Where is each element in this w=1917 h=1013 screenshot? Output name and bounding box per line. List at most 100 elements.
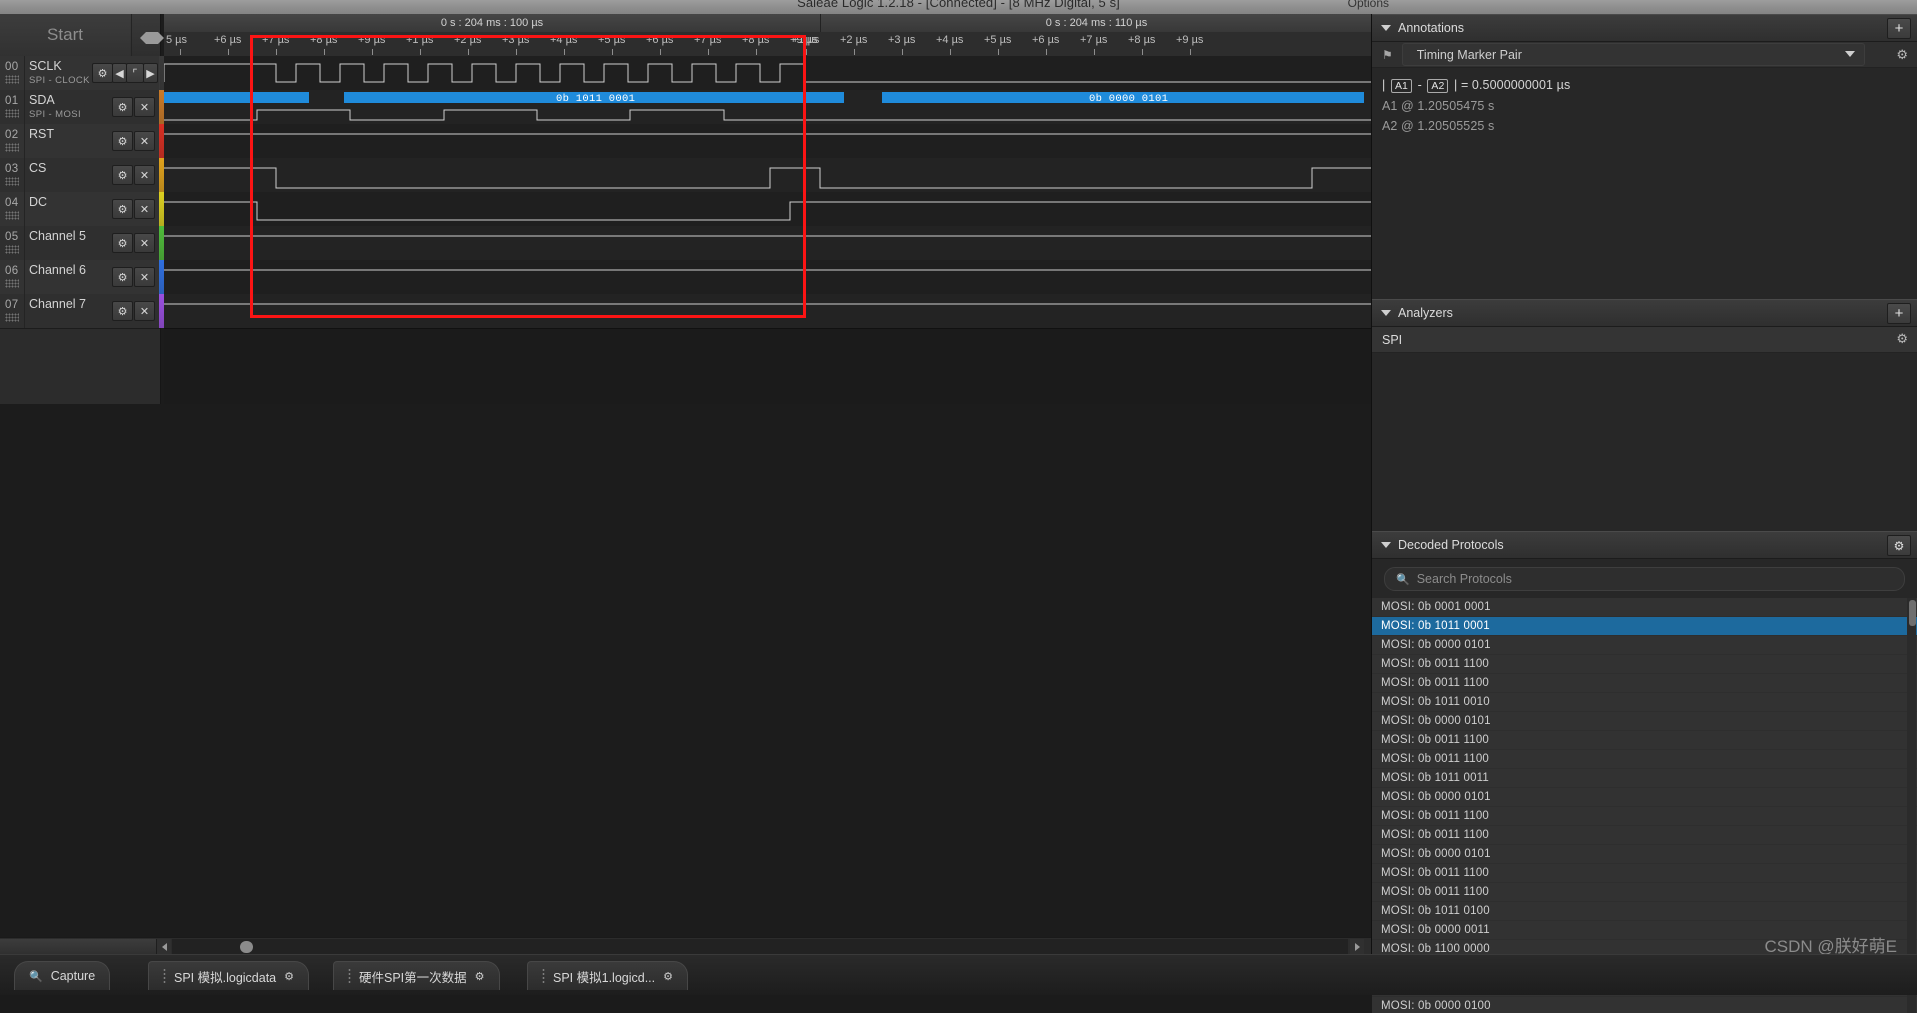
analyzers-header[interactable]: Analyzers + xyxy=(1372,299,1917,327)
speed-spinner[interactable] xyxy=(131,14,164,56)
tab-spi-moni-1-logicdata[interactable]: SPI 模拟1.logicd... ⚙ xyxy=(527,961,688,990)
protocol-row[interactable]: MOSI: 0b 0000 0100 xyxy=(1372,997,1917,1013)
collapse-caret-icon[interactable] xyxy=(1381,542,1391,548)
channel-remove-button[interactable]: ✕ xyxy=(134,301,155,321)
channel-row-sda[interactable]: 01 SDA SPI - MOSI ⚙ ✕ xyxy=(0,90,160,125)
channel-drag-dots-icon[interactable] xyxy=(5,143,19,152)
channel-drag-dots-icon[interactable] xyxy=(5,75,19,84)
channel-settings-gear-icon[interactable]: ⚙ xyxy=(112,131,133,151)
edge-trigger-icon[interactable]: ⌜ xyxy=(126,63,144,83)
channel-row-dc[interactable]: 04 DC ⚙ ✕ xyxy=(0,192,160,227)
decoded-settings-button[interactable]: ⚙ xyxy=(1887,535,1911,556)
waveform-area[interactable]: 0b 1011 0001 0b 0000 0101 xyxy=(164,56,1372,404)
start-button[interactable]: Start xyxy=(0,14,130,56)
wave-row-sda[interactable]: 0b 1011 0001 0b 0000 0101 xyxy=(164,90,1372,125)
protocol-row[interactable]: MOSI: 0b 0001 0001 xyxy=(1372,598,1917,617)
protocol-row[interactable]: MOSI: 0b 0000 0101 xyxy=(1372,636,1917,655)
next-edge-button[interactable]: ▶ xyxy=(143,63,158,83)
protocol-row[interactable]: MOSI: 0b 1011 0001 xyxy=(1372,617,1917,636)
scroll-left-arrow-icon[interactable] xyxy=(157,939,171,954)
tab-gear-icon[interactable]: ⚙ xyxy=(284,970,294,983)
channel-remove-button[interactable]: ✕ xyxy=(134,97,155,117)
channel-drag-dots-icon[interactable] xyxy=(5,109,19,118)
channel-drag-dots-icon[interactable] xyxy=(5,245,19,254)
channel-settings-gear-icon[interactable]: ⚙ xyxy=(112,233,133,253)
tab-gear-icon[interactable]: ⚙ xyxy=(475,970,485,983)
channel-remove-button[interactable]: ✕ xyxy=(134,131,155,151)
timing-marker-pair-row[interactable]: ⚑ Timing Marker Pair ⚙ xyxy=(1372,42,1917,68)
timeline-ticks[interactable]: 5 µs +6 µs +7 µs +8 µs +9 µs +1 µs +2 µs +3 µs +… xyxy=(164,32,1372,57)
scroll-right-arrow-icon[interactable] xyxy=(1350,939,1364,954)
channel-settings-gear-icon[interactable]: ⚙ xyxy=(92,63,113,83)
protocol-row[interactable]: MOSI: 0b 0011 1100 xyxy=(1372,883,1917,902)
collapse-caret-icon[interactable] xyxy=(1381,25,1391,31)
protocol-row[interactable]: MOSI: 0b 0000 0101 xyxy=(1372,788,1917,807)
protocol-row[interactable]: MOSI: 0b 1011 0010 xyxy=(1372,693,1917,712)
protocol-row[interactable]: MOSI: 0b 0011 1100 xyxy=(1372,826,1917,845)
add-annotation-button[interactable]: + xyxy=(1887,18,1911,39)
spinner-up-icon[interactable] xyxy=(140,24,164,38)
channel-settings-gear-icon[interactable]: ⚙ xyxy=(112,199,133,219)
channel-drag-dots-icon[interactable] xyxy=(5,279,19,288)
scrollbar-track[interactable] xyxy=(172,939,1348,954)
analyzer-settings-gear-icon[interactable]: ⚙ xyxy=(1896,331,1908,347)
channel-settings-gear-icon[interactable]: ⚙ xyxy=(112,267,133,287)
channel-drag-dots-icon[interactable] xyxy=(5,177,19,186)
protocol-list[interactable]: MOSI: 0b 0001 0001 MOSI: 0b 1011 0001 MOSI… xyxy=(1372,598,1917,1013)
collapse-caret-icon[interactable] xyxy=(1381,310,1391,316)
channel-remove-button[interactable]: ✕ xyxy=(134,199,155,219)
channel-row-rst[interactable]: 02 RST ⚙ ✕ xyxy=(0,124,160,159)
channel-remove-button[interactable]: ✕ xyxy=(134,165,155,185)
analyzer-item-spi[interactable]: SPI ⚙ xyxy=(1372,327,1917,353)
marker-pair-select[interactable]: Timing Marker Pair xyxy=(1401,43,1865,66)
channel-settings-gear-icon[interactable]: ⚙ xyxy=(112,165,133,185)
protocol-row[interactable]: MOSI: 0b 0011 1100 xyxy=(1372,674,1917,693)
protocol-row[interactable]: MOSI: 0b 1011 0100 xyxy=(1372,902,1917,921)
protocol-row[interactable]: MOSI: 0b 0000 0101 xyxy=(1372,712,1917,731)
decoded-protocols-header[interactable]: Decoded Protocols ⚙ xyxy=(1372,531,1917,559)
tab-spi-moni-logicdata[interactable]: SPI 模拟.logicdata ⚙ xyxy=(148,961,310,990)
scrollbar-thumb[interactable] xyxy=(240,941,253,953)
protocol-row[interactable]: MOSI: 0b 1011 0011 xyxy=(1372,769,1917,788)
channel-remove-button[interactable]: ✕ xyxy=(134,267,155,287)
tab-drag-handle[interactable] xyxy=(348,968,351,984)
wave-row-cs[interactable] xyxy=(164,158,1372,193)
protocol-row[interactable]: MOSI: 0b 0000 0101 xyxy=(1372,845,1917,864)
wave-row-rst[interactable] xyxy=(164,124,1372,159)
tab-drag-handle[interactable] xyxy=(163,968,166,984)
channel-row-channel-7[interactable]: 07 Channel 7 ⚙ ✕ xyxy=(0,294,160,329)
tab-gear-icon[interactable]: ⚙ xyxy=(663,970,673,983)
channel-drag-dots-icon[interactable] xyxy=(5,211,19,220)
channel-row-channel-6[interactable]: 06 Channel 6 ⚙ ✕ xyxy=(0,260,160,295)
protocol-row[interactable]: MOSI: 0b 0011 1100 xyxy=(1372,807,1917,826)
tab-hardware-spi[interactable]: 硬件SPI第一次数据 ⚙ xyxy=(333,961,500,990)
protocol-scrollbar[interactable] xyxy=(1907,598,1916,1013)
channel-row-sclk[interactable]: 00 SCLK SPI - CLOCK ⚙ ◀ ⌜ ▶ xyxy=(0,56,160,91)
protocol-row[interactable]: MOSI: 0b 0011 1100 xyxy=(1372,731,1917,750)
protocol-row[interactable]: MOSI: 0b 0011 1100 xyxy=(1372,864,1917,883)
channel-drag-dots-icon[interactable] xyxy=(5,313,19,322)
tab-capture[interactable]: 🔍 Capture xyxy=(14,961,111,990)
protocol-row[interactable]: MOSI: 0b 0000 0011 xyxy=(1372,921,1917,940)
channel-row-channel-5[interactable]: 05 Channel 5 ⚙ ✕ xyxy=(0,226,160,261)
protocol-row[interactable]: MOSI: 0b 0011 1100 xyxy=(1372,655,1917,674)
tab-drag-handle[interactable] xyxy=(542,968,545,984)
chevron-down-icon[interactable] xyxy=(1845,51,1855,57)
channel-settings-gear-icon[interactable]: ⚙ xyxy=(112,97,133,117)
horizontal-scrollbar[interactable] xyxy=(0,937,1372,955)
add-analyzer-button[interactable]: + xyxy=(1887,303,1911,324)
protocol-scroll-thumb[interactable] xyxy=(1909,600,1916,626)
wave-row-channel-7[interactable] xyxy=(164,294,1372,329)
wave-row-dc[interactable] xyxy=(164,192,1372,227)
options-menu-button[interactable]: Options xyxy=(1348,0,1389,10)
annotations-header[interactable]: Annotations + xyxy=(1372,14,1917,42)
wave-row-channel-5[interactable] xyxy=(164,226,1372,261)
wave-row-channel-6[interactable] xyxy=(164,260,1372,295)
wave-row-sclk[interactable] xyxy=(164,56,1372,91)
search-protocols-box[interactable]: 🔍 Search Protocols xyxy=(1384,567,1905,591)
channel-settings-gear-icon[interactable]: ⚙ xyxy=(112,301,133,321)
channel-row-cs[interactable]: 03 CS ⚙ ✕ xyxy=(0,158,160,193)
spinner-down-icon[interactable] xyxy=(140,38,164,52)
prev-edge-button[interactable]: ◀ xyxy=(112,63,127,83)
channel-remove-button[interactable]: ✕ xyxy=(134,233,155,253)
